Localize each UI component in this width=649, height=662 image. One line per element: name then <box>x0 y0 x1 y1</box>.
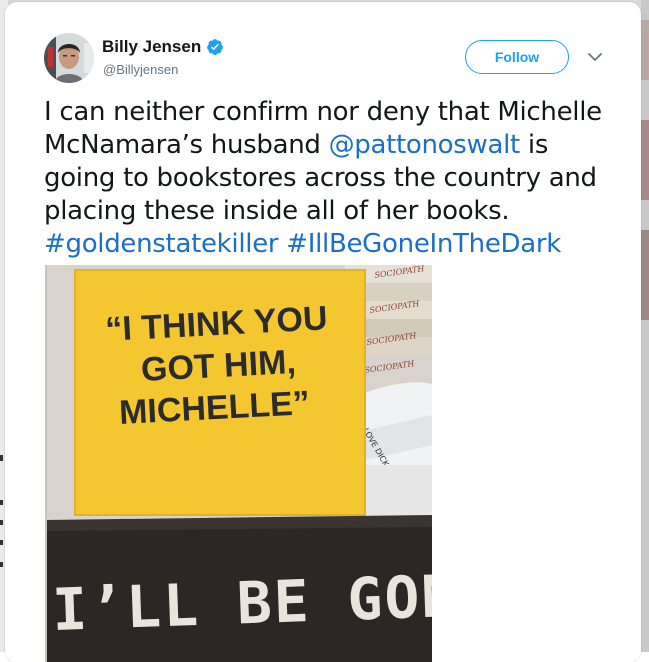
chevron-down-icon[interactable] <box>586 48 604 66</box>
follow-button[interactable]: Follow <box>465 40 569 74</box>
author-display-name: Billy Jensen <box>102 37 202 56</box>
mention-link[interactable]: @pattonoswalt <box>329 130 521 160</box>
author-handle[interactable]: @Billyjensen <box>103 62 178 77</box>
background-right-edge <box>641 0 649 652</box>
verified-badge-icon <box>207 39 224 55</box>
photo-scene: SOCIOPATH SOCIOPATH SOCIOPATH SOCIOPATH … <box>45 265 432 662</box>
author-name[interactable]: Billy Jensen <box>102 37 224 57</box>
book-cover-title: I’LL BE GONE <box>51 561 432 644</box>
avatar[interactable] <box>44 33 94 83</box>
tweet-text: I can neither confirm nor deny that Mich… <box>44 96 619 261</box>
hashtag-link-goldenstatekiller[interactable]: #goldenstatekiller <box>44 229 279 259</box>
tweet-card: Billy Jensen @Billyjensen Follow I can n… <box>5 2 641 662</box>
tweet-media-photo[interactable]: SOCIOPATH SOCIOPATH SOCIOPATH SOCIOPATH … <box>45 265 432 662</box>
sign-line-2: GOT HIM, <box>140 343 297 389</box>
hashtag-link-illbegoneinthedark[interactable]: #IllBeGoneInTheDark <box>286 229 561 259</box>
